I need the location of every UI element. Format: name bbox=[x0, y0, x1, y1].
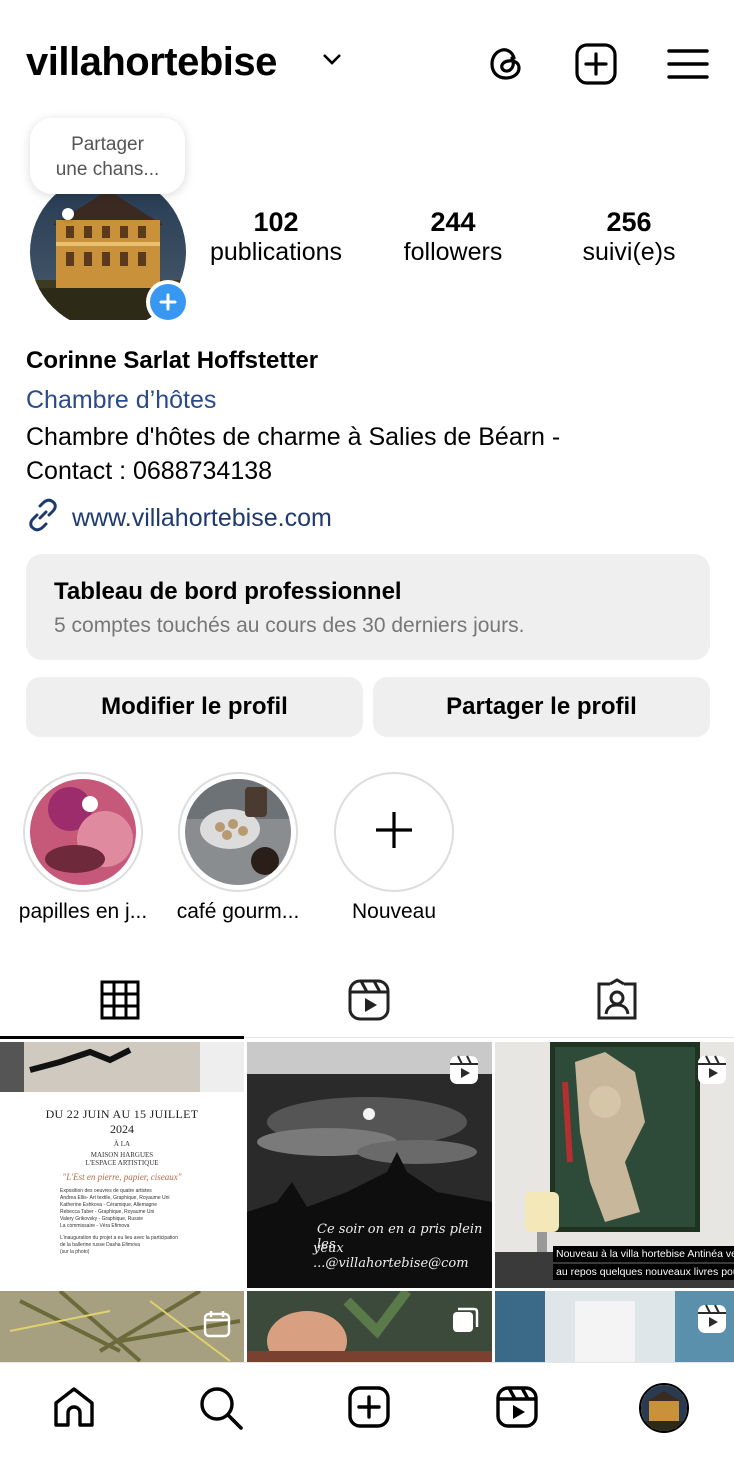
art-caption-1: Nouveau à la villa hortebise Antinéa vei… bbox=[553, 1246, 734, 1262]
poster-line: Katherine Eshkova - Céramique, Allemagne bbox=[60, 1202, 157, 1208]
stat-label: suivi(e)s bbox=[582, 238, 676, 266]
professional-dashboard[interactable]: Tableau de bord professionnel 5 comptes … bbox=[26, 554, 710, 660]
poster-line: Exposition des oeuvres de quatre artiste… bbox=[60, 1188, 152, 1194]
highlight-cafe[interactable] bbox=[178, 772, 298, 892]
dashboard-title: Tableau de bord professionnel bbox=[54, 578, 402, 605]
profile-bio: Chambre d'hôtes de charme à Salies de Bé… bbox=[26, 420, 726, 488]
active-tab-indicator bbox=[0, 1036, 244, 1039]
website-link[interactable]: www.villahortebise.com bbox=[26, 498, 332, 539]
profile-category[interactable]: Chambre d’hôtes bbox=[26, 386, 216, 415]
post-exhibition[interactable]: DU 22 JUIN AU 15 JUILLET 2024 À LA MAISO… bbox=[0, 1042, 244, 1288]
home-icon[interactable] bbox=[52, 1385, 96, 1434]
username-title[interactable]: villahortebise bbox=[26, 40, 277, 85]
poster-dates: DU 22 JUIN AU 15 JUILLET bbox=[45, 1107, 199, 1121]
reels-icon bbox=[348, 979, 390, 1021]
plus-icon bbox=[150, 284, 186, 320]
highlight-papilles[interactable] bbox=[23, 772, 143, 892]
poster-line: La commissaire - Véra Efimova bbox=[60, 1223, 130, 1229]
bio-line-1: Chambre d'hôtes de charme à Salies de Bé… bbox=[26, 423, 561, 451]
tagged-icon bbox=[597, 978, 637, 1020]
create-icon[interactable] bbox=[572, 40, 620, 88]
highlight-label: Nouveau bbox=[351, 900, 437, 923]
grid-icon bbox=[100, 980, 140, 1020]
stat-publications[interactable]: 102 publications bbox=[198, 207, 354, 267]
carousel-icon bbox=[450, 1305, 480, 1340]
post-palm[interactable] bbox=[0, 1291, 244, 1363]
post-plant[interactable] bbox=[247, 1291, 492, 1363]
stat-followers[interactable]: 244 followers bbox=[380, 207, 526, 267]
create-icon[interactable] bbox=[347, 1385, 391, 1434]
poster-line: (sur la photo) bbox=[60, 1249, 90, 1255]
stat-following[interactable]: 256 suivi(e)s bbox=[560, 207, 698, 267]
highlight-label: papilles en j... bbox=[18, 900, 148, 923]
reels-icon bbox=[696, 1303, 728, 1340]
poster-a-la: À LA bbox=[113, 1140, 131, 1148]
note-line-1: Partager bbox=[71, 134, 144, 155]
poster-venue-sub: L'ESPACE ARTISTIQUE bbox=[85, 1159, 159, 1167]
poster-venue: MAISON HARGUES bbox=[90, 1151, 154, 1159]
reels-icon[interactable] bbox=[495, 1385, 539, 1434]
reels-icon bbox=[696, 1054, 728, 1091]
profile-name: Corinne Sarlat Hoffstetter bbox=[26, 347, 319, 374]
tab-tagged[interactable] bbox=[595, 978, 639, 1027]
poster-line: Valery Grikovsky - Graphique, Russie bbox=[60, 1216, 143, 1222]
poster-line: Andrea Ellis- Art textile, Graphique, Ro… bbox=[60, 1195, 170, 1201]
post-moon-reel[interactable]: Ce soir on en a pris plein les yeux ...@… bbox=[247, 1042, 492, 1288]
edit-profile-button[interactable]: Modifier le profil bbox=[26, 677, 363, 737]
calendar-icon bbox=[202, 1309, 232, 1344]
threads-icon[interactable] bbox=[482, 40, 530, 88]
website-url: www.villahortebise.com bbox=[72, 504, 332, 532]
poster-line: Rebecca Taber - Graphique, Royaume Uni bbox=[60, 1209, 155, 1215]
stat-label: publications bbox=[209, 238, 343, 266]
poster-year: 2024 bbox=[110, 1122, 134, 1136]
chevron-down-icon[interactable] bbox=[322, 52, 342, 71]
menu-icon[interactable] bbox=[664, 40, 712, 88]
profile-avatar[interactable] bbox=[639, 1383, 689, 1433]
bio-line-2: Contact : 0688734138 bbox=[26, 457, 273, 485]
reels-icon bbox=[448, 1054, 480, 1091]
poster-details: Exposition des oeuvres de quatre artiste… bbox=[0, 1182, 244, 1256]
poster-line: L'inauguration du projet a eu lieu avec … bbox=[60, 1235, 178, 1241]
plus-icon bbox=[374, 810, 414, 855]
poster-line: de la ballerine russe Dasha Efimova bbox=[60, 1242, 141, 1248]
tab-grid[interactable] bbox=[100, 980, 140, 1025]
poster-quote: "L'Est en pierre, papier, ciseaux" bbox=[62, 1172, 182, 1182]
dashboard-subtitle: 5 comptes touchés au cours des 30 dernie… bbox=[54, 614, 525, 637]
art-caption-2: au repos quelques nouveaux livres pour bbox=[553, 1264, 734, 1280]
post-art-reel[interactable]: Nouveau à la villa hortebise Antinéa vei… bbox=[495, 1042, 734, 1288]
stat-value: 244 bbox=[430, 207, 476, 237]
new-highlight-button[interactable] bbox=[334, 772, 454, 892]
note-bubble[interactable]: Partager une chans... bbox=[30, 118, 185, 194]
note-line-2: une chans... bbox=[55, 159, 160, 180]
stat-value: 102 bbox=[253, 207, 299, 237]
highlight-label: café gourm... bbox=[176, 900, 300, 923]
stat-value: 256 bbox=[606, 207, 652, 237]
bottom-navigation bbox=[0, 1362, 734, 1471]
stat-label: followers bbox=[403, 238, 503, 266]
link-icon bbox=[26, 498, 60, 539]
note-bubble-tail bbox=[62, 208, 74, 220]
add-story-button[interactable] bbox=[146, 280, 190, 324]
search-icon[interactable] bbox=[198, 1385, 244, 1436]
share-profile-button[interactable]: Partager le profil bbox=[373, 677, 710, 737]
tab-reels[interactable] bbox=[347, 978, 391, 1027]
moon-caption-2: yeux ...@villahortebise@com bbox=[313, 1241, 469, 1271]
post-window-reel[interactable] bbox=[495, 1291, 734, 1363]
